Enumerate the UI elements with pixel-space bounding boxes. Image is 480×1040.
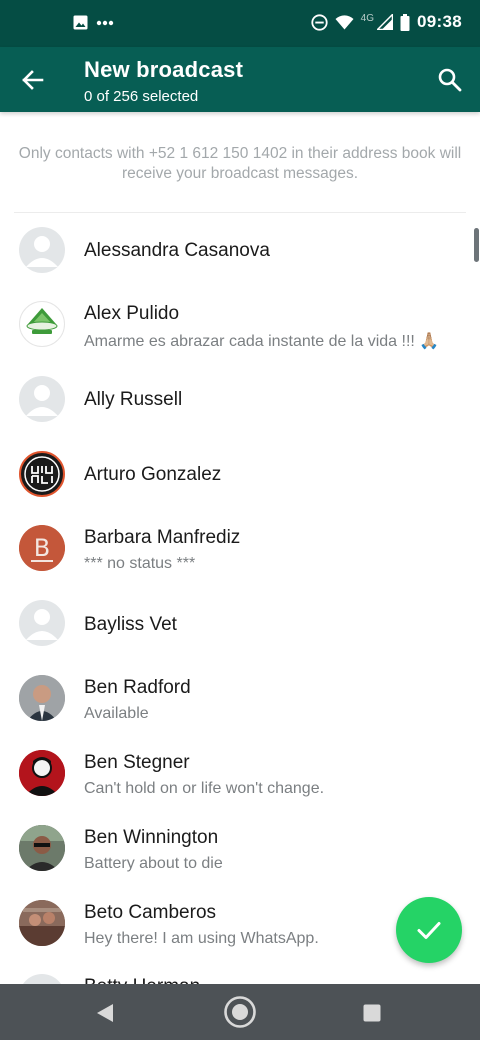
page-title: New broadcast [84,57,244,82]
contact-name: Ben Radford [84,677,191,698]
back-arrow-icon [22,70,44,90]
contact-name: Beto Camberos [84,902,217,923]
battery-icon [400,13,410,31]
network-type: 4G [360,13,375,24]
wifi-icon [335,14,354,29]
person-photo-icon [19,825,65,871]
contact-row[interactable]: B Barbara Manfrediz *** no status *** [0,512,480,586]
avatar: B [19,525,65,571]
avatar [19,376,65,422]
confirm-button[interactable] [396,897,462,963]
contact-status: Can't hold on or life won't change. [84,780,325,797]
contact-status: Battery about to die [84,855,223,872]
selection-count: 0 of 256 selected [84,88,199,105]
contact-name: Alex Pulido [84,303,180,324]
default-avatar-icon [26,385,58,416]
contact-row[interactable]: Bayliss Vet [0,587,480,661]
search-button[interactable] [436,66,464,94]
contact-status: *** no status *** [84,555,196,572]
contact-row[interactable]: Ben Stegner Can't hold on or life won't … [0,737,480,811]
avatar [19,301,65,347]
person-photo-icon [19,750,65,796]
recents-square-icon[interactable] [363,1004,381,1022]
svg-text:B: B [34,534,50,562]
contact-status: Amarme es abrazar cada instante de la vi… [84,333,440,350]
contact-name: Arturo Gonzalez [84,464,222,485]
contact-row[interactable]: Alex Pulido Amarme es abrazar cada insta… [0,288,480,362]
image-icon [73,15,88,30]
dnd-icon [311,13,328,31]
app-bar: New broadcast 0 of 256 selected [0,47,480,112]
person-photo-icon [19,900,65,946]
avatar [19,974,65,984]
search-icon [438,68,462,92]
contact-row[interactable]: Betty Herman [0,962,480,984]
contact-name: Ben Winnington [84,827,219,848]
contact-name: Bayliss Vet [84,614,177,635]
letter-b-icon: B [19,525,65,571]
more-dots-icon [96,20,114,25]
person-photo-icon [19,675,65,721]
broadcast-info: Only contacts with +52 1 612 150 1402 in… [18,145,462,182]
contact-row[interactable]: Arturo Gonzalez [0,437,480,511]
default-avatar-icon [26,609,58,640]
brand-logo-icon [26,308,58,334]
avatar [19,825,65,871]
system-nav-bar [0,984,480,1040]
home-circle-icon[interactable] [223,995,257,1029]
status-bar: 4G 09:38 [0,0,480,47]
contact-row[interactable]: Ben Winnington Battery about to die [0,812,480,886]
avatar [19,227,65,273]
avatar [19,600,65,646]
back-triangle-icon[interactable] [96,1003,114,1023]
contact-name: Ben Stegner [84,752,190,773]
contact-name: Ally Russell [84,389,183,410]
brand-logo-icon [24,456,60,492]
avatar [19,451,65,497]
contact-name: Alessandra Casanova [84,240,270,261]
contact-status: Available [84,705,149,722]
contact-row[interactable]: Alessandra Casanova [0,213,480,287]
contact-status: Hey there! I am using WhatsApp. [84,930,319,947]
back-button[interactable] [18,65,48,95]
contact-row[interactable]: Ben Radford Available [0,662,480,736]
avatar [19,750,65,796]
checkmark-icon [417,922,441,939]
default-avatar-icon [26,236,58,267]
contact-name: Barbara Manfrediz [84,527,241,548]
scrollbar[interactable] [474,228,479,262]
contact-row[interactable]: Ally Russell [0,363,480,437]
contact-name: Betty Herman [84,976,200,984]
clock: 09:38 [417,12,462,31]
signal-icon [377,14,394,30]
avatar [19,900,65,946]
avatar [19,675,65,721]
